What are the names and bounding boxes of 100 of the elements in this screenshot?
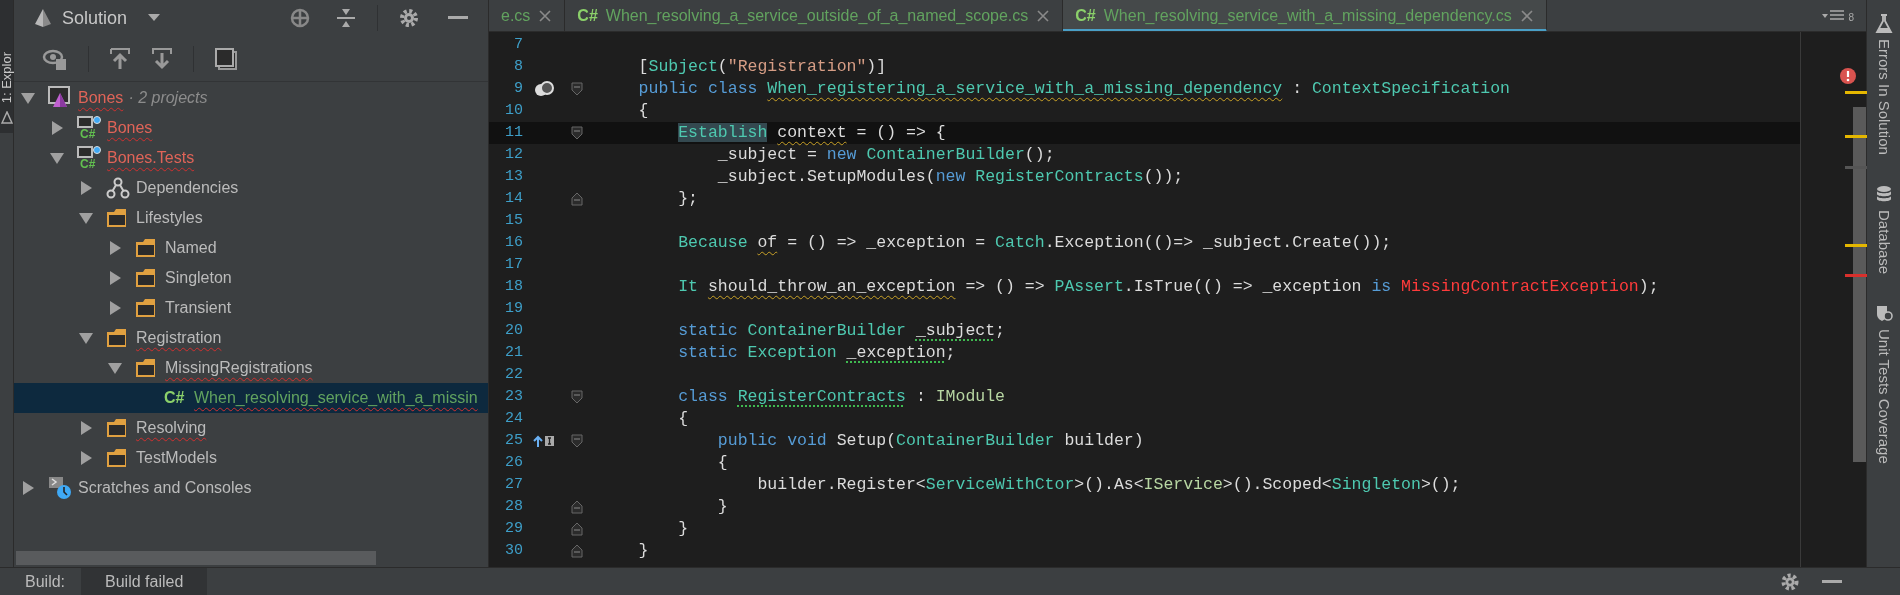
collapse-arrow-icon[interactable] [51, 121, 63, 135]
tree-item[interactable]: Resolving [14, 413, 488, 443]
collapse-arrow-icon[interactable] [80, 421, 92, 435]
line-number: 26 [504, 452, 523, 473]
code-line: { [716, 452, 728, 474]
tree-item[interactable]: MissingRegistrations [14, 353, 488, 383]
code-line: } [716, 496, 728, 518]
fold-end-icon[interactable] [571, 544, 583, 558]
line-number: 11 [504, 122, 523, 143]
code-line: It should_throw_an_exception => () => PAssert.IsTrue(() => _exception is MissingContractException); [677, 276, 1659, 298]
line-number: 21 [504, 342, 523, 363]
file-type-icon: C# [164, 386, 185, 410]
fold-marker-icon[interactable] [571, 126, 583, 140]
minimize-icon[interactable] [448, 16, 470, 20]
expand-arrow-icon[interactable] [50, 152, 64, 164]
warning-marker[interactable] [1845, 135, 1867, 138]
tree-item[interactable]: Named [14, 233, 488, 263]
code-line: }; [677, 188, 699, 210]
vertical-scrollbar[interactable] [1853, 107, 1866, 462]
panel-title: Solution [62, 6, 128, 30]
tool-window-button[interactable]: Errors In Solution [1872, 14, 1895, 155]
warning-marker[interactable] [1845, 244, 1867, 247]
fold-end-icon[interactable] [571, 192, 583, 206]
collapse-arrow-icon[interactable] [22, 481, 34, 495]
collapse-arrow-icon[interactable] [80, 181, 92, 195]
line-number: 10 [504, 100, 523, 121]
error-indicator-icon[interactable] [1840, 68, 1856, 84]
tree-item[interactable]: Dependencies [14, 173, 488, 203]
fold-marker-icon[interactable] [571, 434, 583, 448]
tree-item[interactable]: Lifestyles [14, 203, 488, 233]
folder-icon [106, 208, 128, 228]
line-number: 30 [504, 540, 523, 561]
tab-list-icon[interactable] [1822, 8, 1845, 23]
line-number: 7 [513, 34, 523, 55]
code-line: public void Setup(ContainerBuilder builder) [716, 430, 1144, 452]
dropdown-caret-icon[interactable] [147, 13, 162, 23]
folder-icon [106, 328, 128, 348]
line-number: 29 [504, 518, 523, 539]
code-line: { [637, 100, 649, 122]
collapse-arrow-icon[interactable] [109, 271, 121, 285]
warning-marker[interactable] [1845, 91, 1867, 94]
tree-item[interactable]: C# Bones.Tests [14, 143, 488, 173]
line-number: 28 [504, 496, 523, 517]
tree-item[interactable]: Bones · 2 projects [14, 83, 488, 113]
expand-arrow-icon[interactable] [21, 92, 35, 104]
collapse-arrow-icon[interactable] [80, 451, 92, 465]
collapse-arrow-icon[interactable] [109, 241, 121, 255]
settings-icon[interactable] [1780, 571, 1800, 592]
fold-marker-icon[interactable] [571, 82, 583, 96]
code-line: } [637, 540, 649, 562]
collapse-all-icon[interactable] [335, 7, 357, 29]
error-marker[interactable] [1845, 274, 1867, 277]
code-line: [Subject("Registration")] [637, 56, 887, 78]
tree-item[interactable]: C# Bones [14, 113, 488, 143]
code-line: _subject.SetupModules(new RegisterContracts()); [716, 166, 1184, 188]
shield-icon [1874, 304, 1893, 324]
line-number: 25 [504, 430, 523, 451]
folder-icon [106, 448, 128, 468]
selected-tree-item[interactable]: C# When_resolving_service_with_a_missin [14, 383, 488, 413]
horizontal-scrollbar[interactable] [16, 551, 376, 565]
solution-icon [32, 7, 54, 29]
fold-marker-icon[interactable] [571, 390, 583, 404]
code-line: { [677, 408, 689, 430]
download-icon[interactable] [151, 46, 173, 71]
flask-icon [1874, 14, 1893, 33]
tab-count: 8 [1848, 11, 1854, 25]
line-number: 27 [504, 474, 523, 495]
preview-icon[interactable] [214, 46, 238, 71]
line-number: 24 [504, 408, 523, 429]
fold-end-icon[interactable] [571, 522, 583, 536]
line-number: 17 [504, 254, 523, 275]
tree-item[interactable]: Scratches and Consoles [14, 473, 488, 503]
expand-arrow-icon[interactable] [108, 362, 122, 374]
run-tests-icon[interactable] [534, 80, 554, 98]
line-number: 20 [504, 320, 523, 341]
code-line: class RegisterContracts : IModule [677, 386, 1005, 408]
collapse-arrow-icon[interactable] [109, 301, 121, 315]
locate-icon[interactable] [289, 7, 311, 29]
close-icon[interactable] [538, 9, 553, 23]
tree-item[interactable]: Singleton [14, 263, 488, 293]
upload-icon[interactable] [109, 46, 131, 71]
folder-icon [106, 418, 128, 438]
panel-tab[interactable]: Build failed [81, 567, 208, 595]
tree-item[interactable]: Transient [14, 293, 488, 323]
close-icon[interactable] [1036, 9, 1051, 23]
close-icon[interactable] [1519, 9, 1534, 23]
tree-item[interactable]: TestModels [14, 443, 488, 473]
line-number: 23 [504, 386, 523, 407]
expand-arrow-icon[interactable] [79, 332, 93, 344]
expand-arrow-icon[interactable] [79, 212, 93, 224]
line-number: 12 [504, 144, 523, 165]
tree-item[interactable]: Registration [14, 323, 488, 353]
editor-tab[interactable]: C# When_resolving_service_with_a_missing_dependency.cs [1063, 0, 1547, 31]
implements-icon[interactable] [533, 435, 555, 447]
tool-window-button[interactable]: 1: Explor [0, 0, 13, 133]
fold-end-icon[interactable] [571, 500, 583, 514]
tool-window-button[interactable]: Database [1872, 184, 1895, 275]
settings-icon[interactable] [398, 7, 420, 29]
tool-window-button[interactable]: Unit Tests Coverage [1872, 304, 1895, 464]
info-marker[interactable] [1845, 166, 1867, 169]
